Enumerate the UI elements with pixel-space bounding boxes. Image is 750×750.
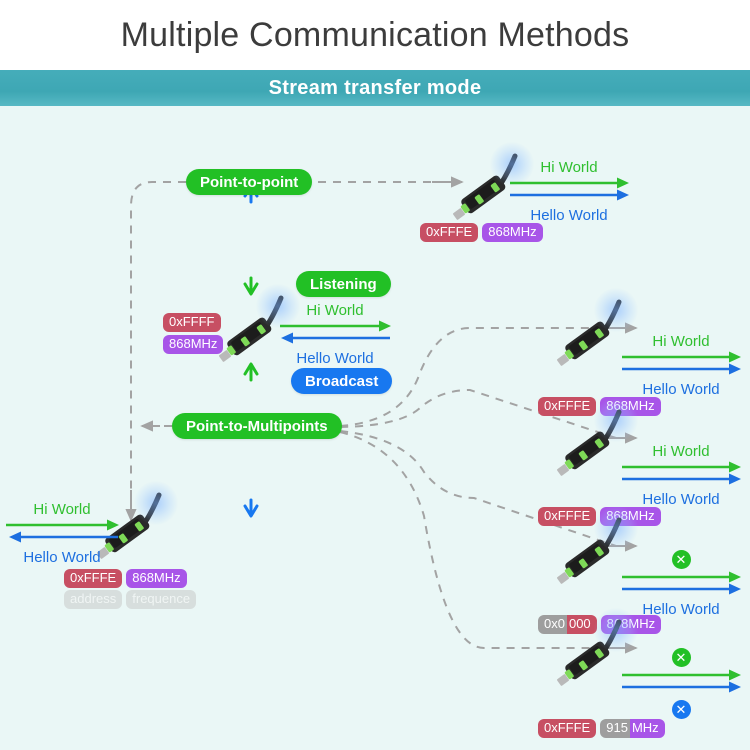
address-caption-peer-left: address (64, 590, 123, 609)
message-arrows-peer-top-right (510, 177, 629, 201)
address-badge-peer-top-right: 0xFFFE (420, 223, 479, 242)
blocked-downlink-icon-multi-4: ✕ (671, 700, 691, 719)
signal-glow-icon (594, 398, 638, 442)
pill-point-to-multipoints[interactable]: Point-to-Multipoints (172, 413, 342, 439)
message-label-up-peer-left: Hi World (33, 501, 91, 518)
pill-point-to-point-label: Point-to-point (200, 173, 299, 191)
page-title-bar: Multiple Communication Methods (0, 0, 750, 70)
message-label-down-peer-left: Hello World (23, 549, 101, 566)
pill-listening[interactable]: Listening (296, 271, 391, 297)
message-arrows-peer-left (6, 519, 119, 543)
frequence-caption-peer-left: frequence (126, 590, 197, 609)
signal-glow-icon (134, 481, 178, 525)
messages-center: Hi World Hello World (278, 302, 392, 367)
badges-peer-top-right: 0xFFFE 868MHz (420, 223, 543, 242)
mode-banner: Stream transfer mode (0, 70, 750, 106)
pill-listening-label: Listening (310, 275, 377, 293)
signal-glow-icon (594, 608, 638, 652)
pill-point-to-point[interactable]: Point-to-point (186, 169, 313, 195)
address-badge-peer-left: 0xFFFE (64, 569, 123, 588)
pill-point-to-multipoints-label: Point-to-Multipoints (186, 417, 328, 435)
blocked-uplink-icon-multi-4: ✕ (671, 648, 691, 667)
messages-multi-4: ✕ ✕ (620, 648, 742, 719)
badges-multi-4: 0xFFFE 915 MHz (538, 719, 665, 738)
badges-center: 0xFFFF 868MHz (163, 313, 224, 354)
message-arrows-center (280, 320, 391, 344)
message-label-up-peer-top-right: Hi World (540, 159, 598, 176)
address-badge-center: 0xFFFF (163, 313, 221, 332)
infographic-root: Multiple Communication Methods Stream tr… (0, 0, 750, 750)
message-arrows-multi-3 (622, 571, 741, 595)
message-arrows-multi-2 (622, 461, 741, 485)
diagram-canvas: Point-to-point Point-to-Multipoints List… (0, 106, 750, 750)
message-label-down-multi-1: Hello World (642, 381, 720, 398)
message-label-down-center: Hello World (296, 350, 374, 367)
message-label-up-center: Hi World (306, 302, 364, 319)
badges-peer-left: 0xFFFE 868MHz address frequence (64, 569, 197, 609)
frequency-badge-peer-top-right: 868MHz (482, 223, 543, 242)
messages-peer-left: Hi World Hello World (4, 501, 120, 566)
frequency-badge-center: 868MHz (163, 335, 224, 354)
messages-multi-2: Hi World Hello World (620, 443, 742, 508)
message-arrows-multi-4 (622, 669, 741, 693)
signal-glow-icon (594, 288, 638, 332)
frequency-badge-multi-4-prefix: 915 (600, 719, 630, 738)
signal-glow-icon (594, 506, 638, 550)
blocked-uplink-icon-multi-3: ✕ (671, 550, 691, 569)
message-label-up-multi-1: Hi World (652, 333, 710, 350)
messages-multi-1: Hi World Hello World (620, 333, 742, 398)
pill-broadcast-label: Broadcast (305, 372, 379, 390)
message-label-up-multi-2: Hi World (652, 443, 710, 460)
address-badge-multi-4: 0xFFFE (538, 719, 597, 738)
frequency-badge-peer-left: 868MHz (126, 569, 187, 588)
mode-banner-label: Stream transfer mode (268, 76, 482, 99)
pill-broadcast[interactable]: Broadcast (291, 368, 393, 394)
frequency-badge-multi-4: 915 MHz (600, 719, 665, 738)
message-label-down-peer-top-right: Hello World (530, 207, 608, 224)
message-arrows-multi-1 (622, 351, 741, 375)
page-title: Multiple Communication Methods (120, 15, 630, 54)
messages-peer-top-right: Hi World Hello World (508, 159, 630, 224)
frequency-badge-multi-4-suffix: MHz (629, 719, 665, 738)
